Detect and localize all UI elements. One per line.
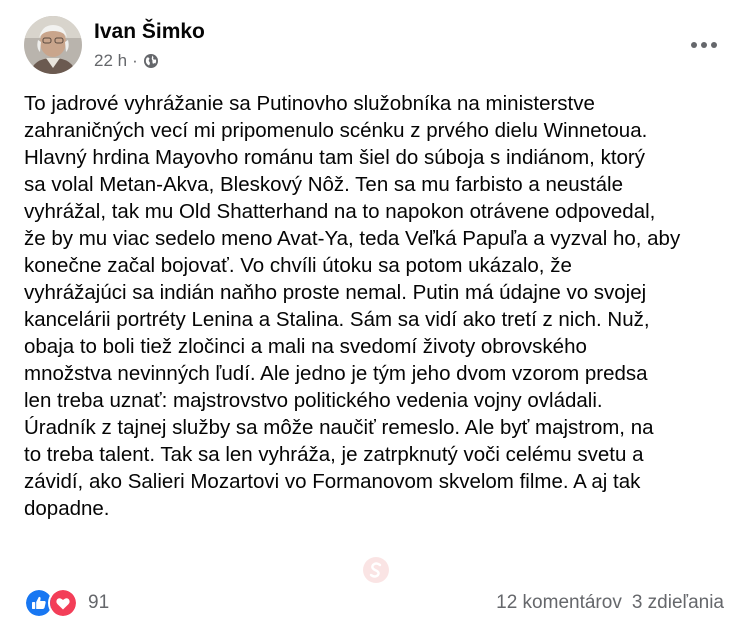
author-avatar[interactable]: [24, 16, 82, 74]
more-options-button[interactable]: [684, 30, 724, 60]
more-horizontal-icon: [689, 36, 719, 54]
globe-icon[interactable]: [143, 53, 159, 69]
post-subline: 22 h ·: [94, 51, 205, 71]
author-name[interactable]: Ivan Šimko: [94, 19, 205, 45]
post-meta: Ivan Šimko 22 h ·: [94, 19, 205, 71]
engagement-stats: 12 komentárov 3 zdieľania: [496, 592, 724, 614]
post-timestamp[interactable]: 22 h: [94, 51, 127, 71]
facebook-post: Ivan Šimko 22 h · To jadrové vyhrážanie …: [0, 0, 752, 642]
post-footer: 91 12 komentárov 3 zdieľania: [24, 588, 724, 618]
reaction-count[interactable]: 91: [88, 592, 109, 614]
watermark-logo-icon: [362, 556, 390, 584]
comments-count-link[interactable]: 12 komentárov: [496, 592, 622, 614]
love-icon: [48, 588, 78, 618]
separator-dot: ·: [132, 51, 138, 70]
post-body-text: To jadrové vyhrážanie sa Putinovho služo…: [24, 92, 681, 520]
post-header: Ivan Šimko 22 h ·: [24, 16, 205, 74]
reaction-icons: [24, 588, 78, 618]
reactions-summary[interactable]: 91: [24, 588, 109, 618]
shares-count-link[interactable]: 3 zdieľania: [632, 592, 724, 614]
